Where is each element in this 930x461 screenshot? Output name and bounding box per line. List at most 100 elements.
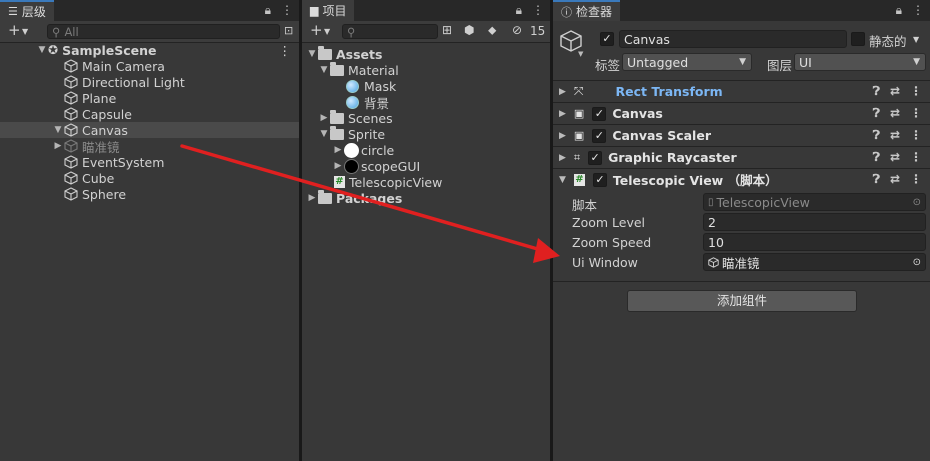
scene-menu-icon[interactable]: ⋮ xyxy=(279,43,292,58)
scene-row[interactable]: ▼ ✪ SampleScene ⋮ xyxy=(0,42,299,58)
search-by-type-icon[interactable]: ⊞ xyxy=(442,23,452,37)
collapsed-arrow-icon[interactable]: ▶ xyxy=(332,161,344,171)
tree-item-telescopicview[interactable]: # TelescopicView xyxy=(302,174,550,190)
chevron-down-icon[interactable]: ▼ xyxy=(22,27,28,36)
collapsed-arrow-icon[interactable]: ▶ xyxy=(559,131,566,141)
list-item[interactable]: EventSystem xyxy=(0,154,299,170)
chevron-down-icon[interactable]: ▼ xyxy=(578,50,583,58)
component-menu-icon[interactable]: ⋮ xyxy=(910,84,922,99)
help-icon[interactable]: ❓︎ xyxy=(873,128,880,143)
tab-hierarchy[interactable]: ☰ 层级 xyxy=(0,0,54,21)
help-icon[interactable]: ❓︎ xyxy=(873,172,880,187)
tree-item-packages[interactable]: ▶ Packages xyxy=(302,189,550,206)
more-menu-icon[interactable]: ⋮ xyxy=(912,3,924,18)
list-item-label: Cube xyxy=(82,170,115,186)
chevron-down-icon[interactable]: ▼ xyxy=(324,27,330,36)
add-component-button[interactable]: 添加组件 xyxy=(627,290,857,312)
component-name: Canvas xyxy=(612,106,663,121)
component-enabled-checkbox[interactable]: ✓ xyxy=(592,172,607,187)
expand-arrow-icon[interactable]: ▼ xyxy=(559,175,566,185)
list-item-disabled[interactable]: ▶ 瞄准镜 xyxy=(0,138,299,155)
lock-icon[interactable]: 🔒︎ xyxy=(516,3,522,18)
tag-icon[interactable]: ⬥ xyxy=(488,23,496,38)
expand-arrow-icon[interactable]: ▼ xyxy=(52,125,64,135)
list-item[interactable]: Sphere xyxy=(0,186,299,202)
list-item[interactable]: Cube xyxy=(0,170,299,186)
more-menu-icon[interactable]: ⋮ xyxy=(532,3,544,18)
component-menu-icon[interactable]: ⋮ xyxy=(910,106,922,121)
collapsed-arrow-icon[interactable]: ▶ xyxy=(318,113,330,123)
help-icon[interactable]: ❓︎ xyxy=(873,150,880,165)
hidden-packages-icon[interactable]: ⊘ xyxy=(512,23,522,37)
lock-icon[interactable]: 🔒︎ xyxy=(896,3,902,18)
component-graphic-raycaster[interactable]: ▶ ⌗ ✓ Graphic Raycaster ❓︎ ⇄ ⋮ xyxy=(553,146,930,168)
preset-icon[interactable]: ⇄ xyxy=(890,172,900,187)
tree-item-circle[interactable]: ▶ circle xyxy=(302,142,550,158)
tree-item-scenes[interactable]: ▶ Scenes xyxy=(302,109,550,126)
component-menu-icon[interactable]: ⋮ xyxy=(910,150,922,165)
more-menu-icon[interactable]: ⋮ xyxy=(281,3,293,18)
tag-dropdown[interactable]: Untagged ▼ xyxy=(622,53,752,71)
expand-arrow-icon[interactable]: ▼ xyxy=(306,49,318,59)
project-search-input[interactable]: ⚲ xyxy=(342,24,438,39)
zoom-level-label: Zoom Level xyxy=(572,215,646,230)
list-item[interactable]: Main Camera xyxy=(0,58,299,74)
tree-item-label: Material xyxy=(348,62,399,78)
collapsed-arrow-icon[interactable]: ▶ xyxy=(306,193,318,203)
zoom-speed-field[interactable]: 10 xyxy=(703,233,926,251)
tree-item-mask[interactable]: Mask xyxy=(302,78,550,94)
component-menu-icon[interactable]: ⋮ xyxy=(910,128,922,143)
zoom-speed-label: Zoom Speed xyxy=(572,235,652,250)
component-enabled-checkbox[interactable]: ✓ xyxy=(588,150,603,165)
collapsed-arrow-icon[interactable]: ▶ xyxy=(332,145,344,155)
preset-icon[interactable]: ⇄ xyxy=(890,128,900,143)
static-checkbox[interactable] xyxy=(851,32,865,46)
help-icon[interactable]: ❓︎ xyxy=(873,106,880,121)
lock-icon[interactable]: 🔒︎ xyxy=(265,3,271,18)
tree-item-scopegui[interactable]: ▶ scopeGUI xyxy=(302,158,550,174)
hierarchy-search-input[interactable]: ⚲ All xyxy=(47,24,280,39)
collapsed-arrow-icon[interactable]: ▶ xyxy=(559,153,566,163)
component-enabled-checkbox[interactable]: ✓ xyxy=(592,128,607,143)
active-checkbox[interactable]: ✓ xyxy=(600,32,614,46)
list-item[interactable]: Plane xyxy=(0,90,299,106)
static-dropdown-icon[interactable]: ▼ xyxy=(913,35,919,44)
collapsed-arrow-icon[interactable]: ▶ xyxy=(559,87,566,97)
list-item-canvas[interactable]: ▼ Canvas xyxy=(0,122,299,138)
tree-item-background[interactable]: 背景 xyxy=(302,94,550,111)
tab-project[interactable]: ▆ 项目 xyxy=(302,0,355,21)
create-plus-button[interactable]: + xyxy=(310,21,323,39)
object-picker-icon[interactable]: ⊙ xyxy=(913,257,921,268)
zoom-level-field[interactable]: 2 xyxy=(703,213,926,231)
component-telescopic-view[interactable]: ▼ # ✓ Telescopic View （脚本） ❓︎ ⇄ ⋮ xyxy=(553,168,930,190)
list-item[interactable]: Directional Light xyxy=(0,74,299,90)
tree-item-sprite[interactable]: ▼ Sprite xyxy=(302,125,550,142)
preset-icon[interactable]: ⇄ xyxy=(890,106,900,121)
help-icon[interactable]: ❓︎ xyxy=(873,84,880,99)
expand-arrow-icon[interactable]: ▼ xyxy=(36,45,48,55)
scene-visibility-icon[interactable]: ⊡ xyxy=(284,24,293,37)
component-canvas-scaler[interactable]: ▶ ▣ ✓ Canvas Scaler ❓︎ ⇄ ⋮ xyxy=(553,124,930,146)
tree-item-assets[interactable]: ▼ Assets xyxy=(302,45,550,62)
collapsed-arrow-icon[interactable]: ▶ xyxy=(52,141,64,151)
preset-icon[interactable]: ⇄ xyxy=(890,84,900,99)
layer-dropdown[interactable]: UI ▼ xyxy=(794,53,926,71)
add-plus-button[interactable]: + xyxy=(8,21,21,39)
tab-inspector[interactable]: ⓘ 检查器 xyxy=(553,0,621,21)
expand-arrow-icon[interactable]: ▼ xyxy=(318,65,330,75)
ui-window-field[interactable]: 瞄准镜 ⊙ xyxy=(703,253,926,271)
list-item[interactable]: Capsule xyxy=(0,106,299,122)
component-canvas[interactable]: ▶ ▣ ✓ Canvas ❓︎ ⇄ ⋮ xyxy=(553,102,930,124)
component-menu-icon[interactable]: ⋮ xyxy=(910,172,922,187)
component-rect-transform[interactable]: ▶ ⤧ Rect Transform ❓︎ ⇄ ⋮ xyxy=(553,80,930,102)
component-enabled-checkbox[interactable]: ✓ xyxy=(592,106,607,121)
expand-arrow-icon[interactable]: ▼ xyxy=(318,129,330,139)
search-by-label-icon[interactable]: ⬢ xyxy=(464,23,474,37)
preset-icon[interactable]: ⇄ xyxy=(890,150,900,165)
info-icon: ⓘ xyxy=(561,5,572,19)
tree-item-material[interactable]: ▼ Material xyxy=(302,61,550,78)
canvas-scaler-icon: ▣ xyxy=(573,129,585,142)
list-icon: ☰ xyxy=(8,5,18,18)
object-name-field[interactable]: Canvas xyxy=(619,30,847,48)
collapsed-arrow-icon[interactable]: ▶ xyxy=(559,109,566,119)
